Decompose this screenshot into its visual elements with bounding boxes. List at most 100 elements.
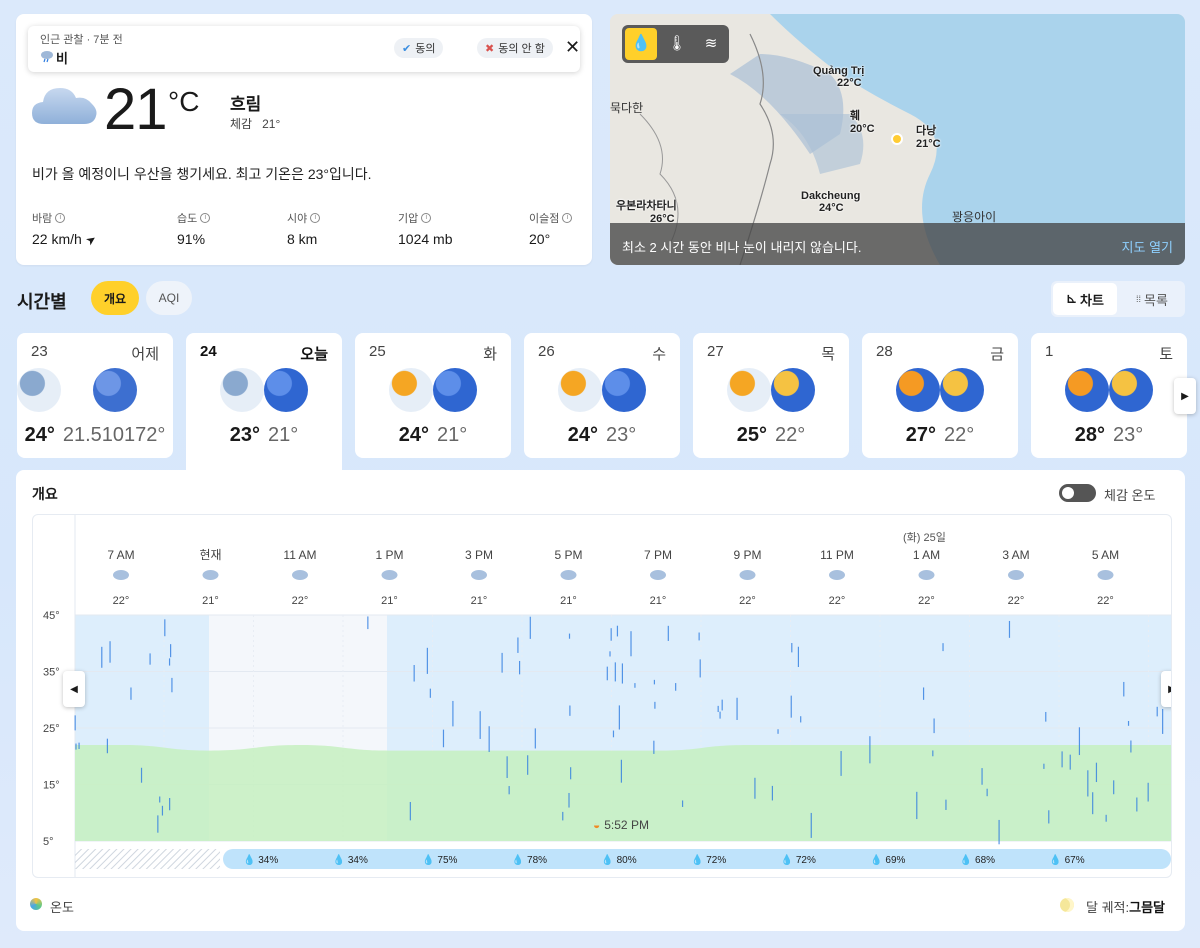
observation-value: 비 [56,51,68,66]
hour-temp: 22° [829,595,846,607]
map-city-label[interactable]: 우본라차타니 26°C [616,197,677,225]
precip-layer-button[interactable]: 💧 [625,28,657,60]
feels-like-label: 체감 [230,117,253,131]
hour-weather-icon [1097,570,1114,580]
hour-temp: 22° [739,595,756,607]
sunset-time: 5:52 PM [604,818,649,832]
temperature-layer-button[interactable]: 🌡 [662,28,692,60]
info-icon: i [200,213,211,223]
feels-like-toggle[interactable] [1059,484,1096,502]
open-map-link[interactable]: 지도 열기 [1122,237,1173,256]
sun-cloud-icon [1065,368,1109,412]
map-city-label[interactable]: 다낭 21°C [916,122,941,150]
temperature-unit: °C [168,86,200,117]
moon-cloud-icon [771,368,815,412]
weather-map[interactable]: 💧 🌡 ≋ Quảng Trị 22°C 훼 20°C 다낭 21°C Dakcheu… [610,14,1185,265]
day-high: 24° [24,424,55,446]
detail-label: 시야 [287,213,308,225]
hourly-chart[interactable]: 45° 35° 25° 15° 5° 7 AM 22° 현재 21° 11 AM 22° 1 PM 21… [32,514,1172,878]
temperature-legend: 온도 [50,900,74,915]
precip-missing [75,849,220,869]
tab-aqi[interactable]: AQI [146,281,192,315]
hour-temp: 21° [650,595,667,607]
day-date: 26 [538,343,555,360]
day-date: 24 [200,343,217,360]
moon-track: 달 궤적:그믐달 [1086,897,1165,916]
day-temps: 28° 23° [1031,424,1187,447]
day-card-25[interactable]: 25 화 24° 21° [355,333,511,458]
agree-button[interactable]: ✔ 동의 [394,38,444,58]
day-card-27[interactable]: 27 목 25° 22° [693,333,849,458]
detail-visibility[interactable]: 시야 i 8 km [287,210,321,247]
chevron-right-icon: ▶ [1168,684,1171,695]
day-card-28[interactable]: 28 금 27° 22° [862,333,1018,458]
detail-dew-point[interactable]: 이슬점 i 20° [529,210,573,247]
scroll-left-button[interactable]: ◀ [63,671,85,707]
list-view-button[interactable]: ⁞⁞ 목록 [1121,283,1183,315]
list-icon: ⁞⁞ [1136,294,1142,304]
detail-pressure[interactable]: 기압 i 1024 mb [398,210,452,247]
day-weekday: 토 [1159,346,1173,363]
day-low: 22° [944,424,975,446]
overview-title: 개요 [32,486,58,502]
detail-wind[interactable]: 바람 i 22 km/h ➤ [32,210,99,249]
precip-label: 💧 67% [1049,853,1084,866]
hour-label: 7 AM [107,548,134,562]
day-card-1[interactable]: 1 토 28° 23° [1031,333,1187,458]
map-city-name: 훼 [850,110,861,122]
chart-icon: ⊾ [1066,291,1077,306]
hour-label: 7 PM [644,548,672,562]
chevron-right-icon: ▶ [1181,390,1189,402]
wind-arrow-icon: ➤ [82,231,99,249]
detail-humidity[interactable]: 습도 i 91% [177,210,211,247]
observation-banner: 인근 관찰 · 7분 전 비 ✔ 동의 ✖ 동의 안 함 ✕ [28,26,580,72]
hour-weather-icon [560,570,577,580]
toggle-label: 체감 온도 [1104,488,1156,503]
hour-temp: 22° [113,595,130,607]
day-weekday: 금 [990,346,1004,363]
hour-temp: 21° [381,595,398,607]
detail-label: 기압 [398,213,419,225]
detail-value: 1024 mb [398,231,453,247]
hour-label: 1 AM [913,548,940,562]
rain-cloud-icon [41,51,53,63]
day-card-23[interactable]: 23 어제 24° 21.510172° [17,333,173,458]
close-icon[interactable]: ✕ [565,37,580,57]
hour-label: 9 PM [733,548,761,562]
precip-label: 💧 68% [960,853,995,866]
day-temps: 25° 22° [693,424,849,447]
precip-label: 💧 69% [870,853,905,866]
moon-cloud-icon [1109,368,1153,412]
cloud-icon [32,88,97,124]
next-days-button[interactable]: ▶ [1174,378,1196,414]
map-city-label[interactable]: Dakcheung 24°C [801,190,860,214]
hour-weather-icon [381,570,398,580]
hour-weather-icon [113,570,129,580]
thermometer-icon: 🌡 [667,35,687,52]
day-weekday: 어제 [131,346,159,363]
y-tick-label: 25° [43,723,60,735]
hourly-title: 시간별 [17,292,67,312]
wind-layer-button[interactable]: ≋ [696,28,726,60]
day-card-24[interactable]: 24 오늘 23° 21° [186,333,342,470]
hour-label: 1 PM [375,548,403,562]
hour-temp: 21° [560,595,577,607]
chart-view-button[interactable]: ⊾ 차트 [1053,283,1117,315]
sun-rain-icon [727,368,771,412]
precip-label: 💧 75% [422,853,457,866]
hour-label: 5 PM [554,548,582,562]
precip-label: 💧 78% [512,853,547,866]
map-city-label[interactable]: Quảng Trị 22°C [813,65,864,89]
moon-cloud-icon [940,368,984,412]
day-card-26[interactable]: 26 수 24° 23° [524,333,680,458]
day-high: 24° [567,424,598,446]
scroll-right-button[interactable]: ▶ [1161,671,1171,707]
info-icon: i [421,213,432,223]
partly-cloudy-rain-icon [602,368,646,412]
rain-cloud-icon [220,368,264,412]
temperature-legend-icon [30,898,42,910]
map-city-label[interactable]: 훼 20°C [850,107,875,135]
disagree-button[interactable]: ✖ 동의 안 함 [477,38,553,58]
tab-overview[interactable]: 개요 [91,281,139,315]
current-conditions-card: 인근 관찰 · 7분 전 비 ✔ 동의 ✖ 동의 안 함 ✕ 21 °C 흐림 체감… [16,14,592,265]
